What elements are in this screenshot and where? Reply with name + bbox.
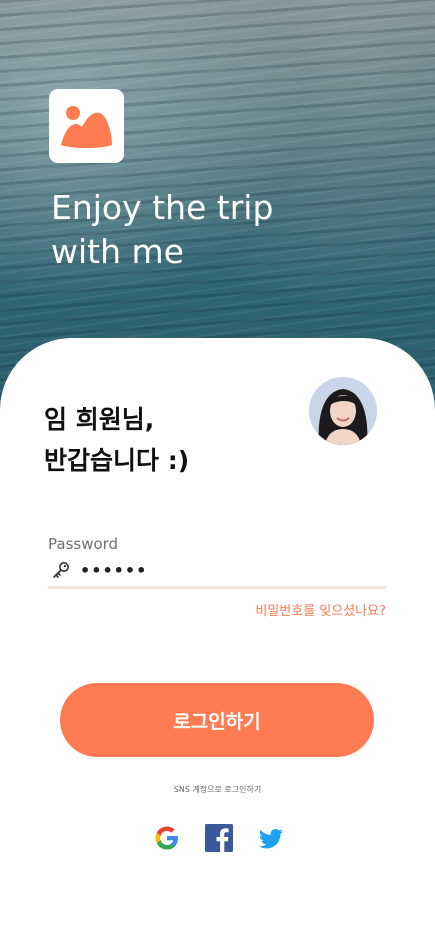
forgot-password-link[interactable]: 비밀번호를 잊으셨나요?	[255, 603, 386, 621]
app-logo	[49, 89, 124, 163]
sns-login-caption: SNS 계정으로 로그인하기	[173, 785, 262, 794]
password-label: Password	[48, 535, 119, 553]
password-input[interactable]	[80, 558, 380, 582]
tagline-line-1: Enjoy the trip	[51, 188, 274, 227]
login-button[interactable]: 로그인하기	[60, 683, 374, 757]
hero-tagline: Enjoy the trip with me	[51, 186, 351, 274]
key-icon	[53, 562, 69, 578]
greeting-line-1: 임 희원님,	[44, 405, 155, 434]
facebook-login-button[interactable]	[205, 824, 233, 852]
google-login-button[interactable]	[153, 824, 181, 852]
facebook-icon	[205, 824, 233, 852]
avatar-photo	[309, 377, 377, 445]
password-field-row	[48, 558, 386, 582]
tagline-line-2: with me	[51, 232, 184, 271]
twitter-login-button[interactable]	[257, 824, 285, 852]
avatar[interactable]	[309, 377, 377, 445]
password-underline	[48, 586, 386, 589]
greeting-line-2: 반갑습니다 :)	[44, 446, 190, 475]
greeting-text: 임 희원님, 반갑습니다 :)	[44, 399, 284, 481]
mountain-sun-icon	[61, 106, 112, 148]
twitter-icon	[258, 829, 283, 849]
google-icon	[155, 826, 178, 850]
